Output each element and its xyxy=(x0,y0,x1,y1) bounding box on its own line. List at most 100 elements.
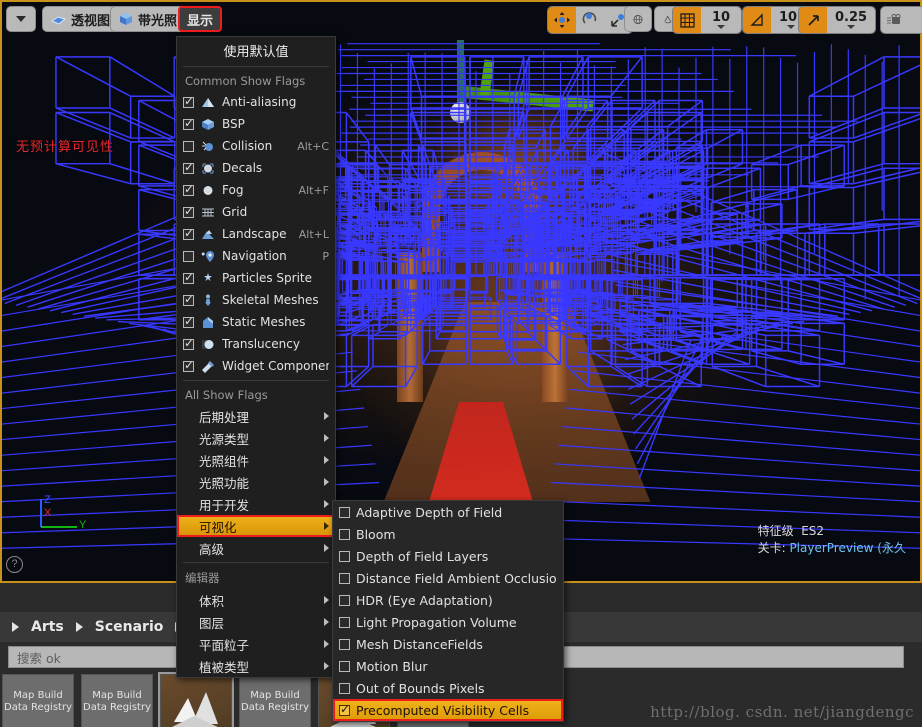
viewport-help-icon[interactable]: ? xyxy=(6,556,23,573)
visualize-item-light-propagation-volume[interactable]: Light Propagation Volume xyxy=(333,611,563,633)
use-defaults-item[interactable]: 使用默认值 xyxy=(177,37,335,63)
visualize-submenu[interactable]: Adaptive Depth of Field Bloom Depth of Fie… xyxy=(332,500,564,722)
chevron-right-icon xyxy=(75,622,83,632)
checkbox[interactable] xyxy=(183,336,194,350)
breadcrumb-item-arts[interactable]: Arts xyxy=(25,619,70,635)
submenu-label: 光照功能 xyxy=(199,475,250,491)
chevron-right-icon xyxy=(12,622,19,632)
show-flag-item-decals[interactable]: Decals xyxy=(177,157,335,179)
visualize-item-hdr-eye-adaptation-[interactable]: HDR (Eye Adaptation) xyxy=(333,589,563,611)
checkbox[interactable] xyxy=(339,506,350,518)
checkbox[interactable] xyxy=(183,204,194,218)
level-label: 关卡: xyxy=(757,541,786,555)
show-flag-item-navigation[interactable]: Navigation P xyxy=(177,245,335,267)
breadcrumb-item-scenario[interactable]: Scenario xyxy=(89,619,170,635)
camera-speed-value[interactable]: 4 xyxy=(909,7,922,33)
rotate-tool-button[interactable] xyxy=(576,7,604,33)
view-perspective-button[interactable]: 透视图 xyxy=(42,6,120,32)
show-flag-item-skeletal-meshes[interactable]: Skeletal Meshes xyxy=(177,289,335,311)
checkbox[interactable] xyxy=(183,358,194,372)
show-flag-item-translucency[interactable]: Translucency xyxy=(177,333,335,355)
show-flag-item-landscape[interactable]: Landscape Alt+L xyxy=(177,223,335,245)
view-perspective-label: 透视图 xyxy=(71,13,111,29)
show-flag-item-anti-aliasing[interactable]: Anti-aliasing xyxy=(177,91,335,113)
checkbox[interactable] xyxy=(183,160,194,174)
checkbox[interactable] xyxy=(339,638,350,650)
show-flag-submenu-0[interactable]: 后期处理 xyxy=(177,405,335,427)
checkbox[interactable] xyxy=(339,616,350,628)
checkbox[interactable] xyxy=(339,550,350,562)
visualize-item-bloom[interactable]: Bloom xyxy=(333,523,563,545)
show-flag-submenu-6[interactable]: 高级 xyxy=(177,537,335,559)
visualize-submenu-list: Adaptive Depth of Field Bloom Depth of Fie… xyxy=(333,501,563,721)
checkbox[interactable] xyxy=(183,314,194,328)
flag-icon-wrap xyxy=(200,117,216,131)
show-flag-submenu-3[interactable]: 光照功能 xyxy=(177,471,335,493)
asset-tile[interactable]: Map Build Data Registry xyxy=(81,674,153,727)
flag-icon-wrap xyxy=(200,161,216,175)
show-flag-item-bsp[interactable]: BSP xyxy=(177,113,335,135)
show-flag-item-collision[interactable]: Collision Alt+C xyxy=(177,135,335,157)
flag-icon-wrap xyxy=(200,337,216,351)
scale-snap-value-text: 0.25 xyxy=(835,9,868,25)
asset-tile-label: Map Build Data Registry xyxy=(241,690,309,713)
axis-z-label: Z xyxy=(44,494,51,506)
visualize-item-out-of-bounds-pixels[interactable]: Out of Bounds Pixels xyxy=(333,677,563,699)
scale-snap-value[interactable]: 0.25 xyxy=(827,7,876,33)
show-flag-item-fog[interactable]: Fog Alt+F xyxy=(177,179,335,201)
visualize-item-distance-field-ambient-occlusion[interactable]: Distance Field Ambient Occlusion xyxy=(333,567,563,589)
checkbox[interactable] xyxy=(339,682,350,694)
shortcut-label: Alt+C xyxy=(297,139,329,153)
visualize-item-precomputed-visibility-cells[interactable]: Precomputed Visibility Cells xyxy=(333,699,563,721)
grid-snap-value[interactable]: 10 xyxy=(701,7,741,33)
show-flags-menu[interactable]: 使用默认值 Common Show Flags Anti-aliasing BSP… xyxy=(176,36,336,678)
editor-submenu-1[interactable]: 图层 xyxy=(177,611,335,633)
checkbox[interactable] xyxy=(183,140,194,152)
checkbox[interactable] xyxy=(183,292,194,306)
grid-snap-toggle[interactable] xyxy=(673,7,701,33)
visualize-item-depth-of-field-layers[interactable]: Depth of Field Layers xyxy=(333,545,563,567)
checkbox[interactable] xyxy=(183,182,194,196)
scale-snap-toggle[interactable] xyxy=(799,7,827,33)
show-flag-item-particles-sprite[interactable]: Particles Sprite xyxy=(177,267,335,289)
coordinate-system-button[interactable] xyxy=(624,6,652,32)
show-flag-item-widget-components[interactable]: Widget Components xyxy=(177,355,335,377)
visualize-item-mesh-distancefields[interactable]: Mesh DistanceFields xyxy=(333,633,563,655)
visualize-item-adaptive-depth-of-field[interactable]: Adaptive Depth of Field xyxy=(333,501,563,523)
submenu-label: 高级 xyxy=(199,541,225,557)
checkbox[interactable] xyxy=(183,270,194,284)
show-flag-submenu-4[interactable]: 用于开发 xyxy=(177,493,335,515)
checkbox[interactable] xyxy=(339,594,350,606)
editor-submenu-2[interactable]: 平面粒子 xyxy=(177,633,335,655)
show-menu-button[interactable]: 显示 xyxy=(178,6,223,32)
chevron-right-icon xyxy=(324,456,329,464)
editor-submenu-0[interactable]: 体积 xyxy=(177,589,335,611)
visualize-item-motion-blur[interactable]: Motion Blur xyxy=(333,655,563,677)
checkbox[interactable] xyxy=(183,94,194,108)
show-flag-submenu-2[interactable]: 光照组件 xyxy=(177,449,335,471)
show-flag-item-static-meshes[interactable]: Static Meshes xyxy=(177,311,335,333)
checkbox[interactable] xyxy=(339,572,350,584)
checkbox[interactable] xyxy=(183,250,194,262)
show-flag-label: Navigation xyxy=(222,249,287,263)
asset-tile[interactable] xyxy=(158,672,234,727)
move-tool-button[interactable] xyxy=(548,7,576,33)
editor-submenu-3[interactable]: 植被类型 xyxy=(177,655,335,677)
show-flag-item-grid[interactable]: Grid xyxy=(177,201,335,223)
asset-tile[interactable]: Map Build Data Registry xyxy=(239,674,311,727)
unreal-editor-window: 无预计算可见性 特征级 ES2 关卡: PlayerPreview (永久 Z … xyxy=(0,0,922,727)
checkbox[interactable] xyxy=(183,226,194,240)
checkbox[interactable] xyxy=(339,702,350,716)
angle-snap-toggle[interactable] xyxy=(743,7,771,33)
camera-speed-icon-button[interactable] xyxy=(881,7,909,33)
show-flag-submenu-1[interactable]: 光源类型 xyxy=(177,427,335,449)
checkbox[interactable] xyxy=(339,660,350,672)
show-flag-submenu-5[interactable]: 可视化 xyxy=(177,515,335,537)
view-lit-button[interactable]: 带光照 xyxy=(110,6,187,32)
checkbox[interactable] xyxy=(339,528,350,540)
level-viewport[interactable]: 无预计算可见性 特征级 ES2 关卡: PlayerPreview (永久 Z … xyxy=(0,0,922,583)
submenu-label: 后期处理 xyxy=(199,409,250,425)
viewport-options-button[interactable] xyxy=(6,6,36,32)
asset-tile[interactable]: Map Build Data Registry xyxy=(2,674,74,727)
checkbox[interactable] xyxy=(183,116,194,130)
